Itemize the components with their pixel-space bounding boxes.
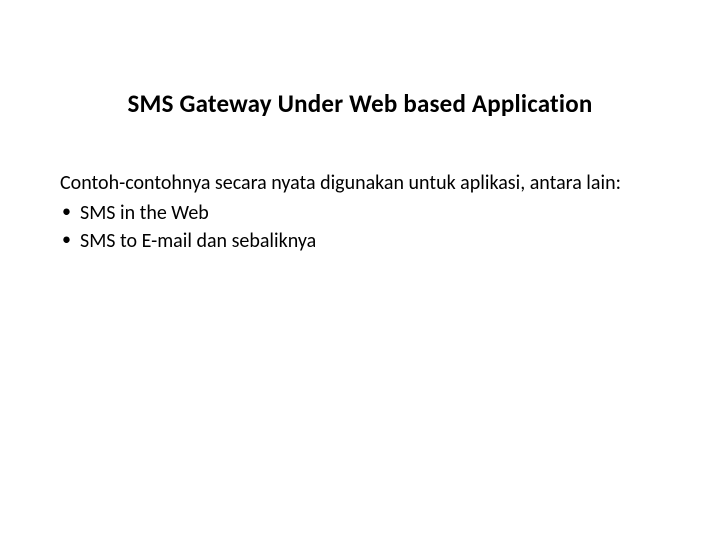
list-item-text: SMS in the Web: [80, 201, 209, 225]
slide: SMS Gateway Under Web based Application …: [0, 0, 720, 540]
list-item: SMS in the Web: [60, 200, 660, 226]
slide-body: Contoh-contohnya secara nyata digunakan …: [60, 170, 660, 256]
list-item: SMS to E-mail dan sebaliknya: [60, 228, 660, 254]
bullet-list: SMS in the Web SMS to E-mail dan sebalik…: [60, 200, 660, 254]
intro-text: Contoh-contohnya secara nyata digunakan …: [60, 170, 660, 196]
slide-title: SMS Gateway Under Web based Application: [0, 88, 720, 119]
list-item-text: SMS to E-mail dan sebaliknya: [80, 229, 316, 253]
